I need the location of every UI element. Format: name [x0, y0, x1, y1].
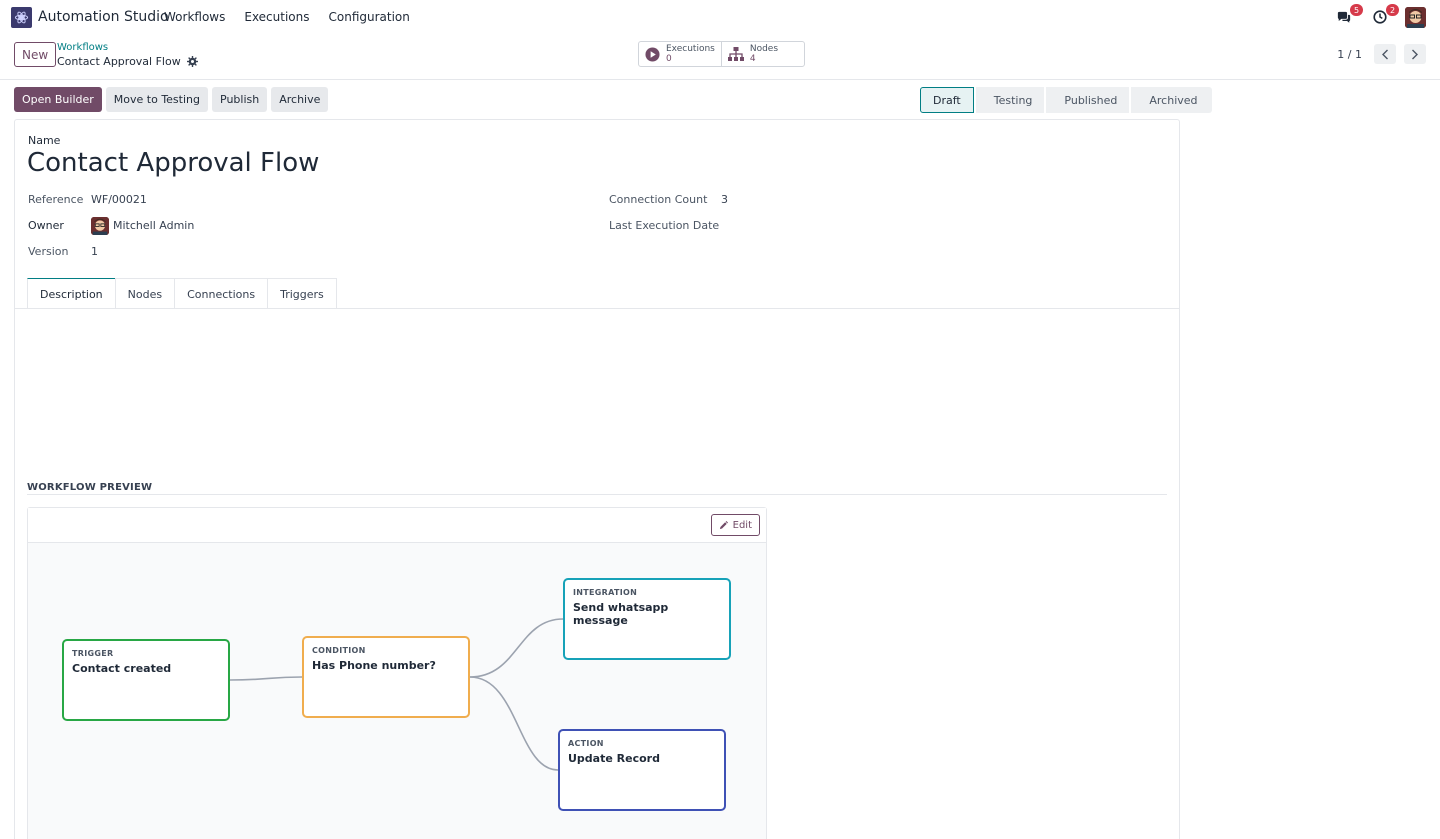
executions-smart-button[interactable]: Executions 0	[639, 42, 721, 66]
version-label: Version	[28, 245, 69, 258]
workflow-preview: Edit TRIGGER Contact created CONDITION H…	[27, 507, 767, 839]
reference-label: Reference	[28, 193, 84, 206]
control-panel: New Workflows Contact Approval Flow Exec…	[0, 36, 1440, 80]
sitemap-icon	[727, 47, 744, 61]
activities-button[interactable]: 2	[1369, 4, 1399, 28]
node-title: Contact created	[72, 662, 172, 675]
owner-label: Owner	[28, 219, 64, 232]
menu-item-configuration[interactable]: Configuration	[329, 10, 410, 24]
pager-previous-button[interactable]	[1374, 44, 1396, 64]
tab-triggers[interactable]: Triggers	[267, 278, 337, 309]
nodes-smart-button[interactable]: Nodes 4	[720, 42, 804, 66]
smart-buttons: Executions 0 Nodes 4	[638, 41, 806, 67]
last-execution-label: Last Execution Date	[609, 219, 720, 232]
chat-icon	[1337, 11, 1351, 23]
name-label: Name	[28, 134, 61, 147]
executions-count: 0	[666, 54, 672, 64]
chevron-left-icon	[1382, 49, 1388, 59]
reference-value: WF/00021	[91, 193, 147, 206]
node-condition[interactable]: CONDITION Has Phone number?	[302, 636, 470, 718]
chevron-right-icon	[1412, 49, 1418, 59]
pager-value[interactable]: 1 / 1	[1337, 48, 1362, 61]
archive-button[interactable]: Archive	[271, 87, 329, 112]
executions-label: Executions	[666, 44, 715, 54]
node-type-label: CONDITION	[312, 646, 366, 655]
name-field[interactable]: Contact Approval Flow	[27, 148, 319, 178]
edge-trigger-condition	[229, 676, 303, 681]
edit-preview-button[interactable]: Edit	[710, 514, 760, 536]
node-title: Has Phone number?	[312, 659, 436, 672]
breadcrumb-current: Contact Approval Flow	[57, 55, 198, 68]
open-builder-button[interactable]: Open Builder	[14, 87, 102, 112]
status-archived[interactable]: Archived	[1131, 87, 1212, 113]
breadcrumb-workflows[interactable]: Workflows	[57, 42, 108, 53]
preview-toolbar: Edit	[28, 508, 766, 543]
node-type-label: TRIGGER	[72, 649, 114, 658]
connection-count-value: 3	[721, 193, 728, 206]
tab-nodes[interactable]: Nodes	[114, 278, 176, 309]
publish-button[interactable]: Publish	[212, 87, 268, 112]
node-title: Send whatsapp message	[573, 601, 669, 627]
node-integration[interactable]: INTEGRATION Send whatsapp message	[563, 578, 731, 660]
tab-connections[interactable]: Connections	[174, 278, 269, 309]
workflow-preview-title: WORKFLOW PREVIEW	[27, 482, 153, 493]
owner-field[interactable]: Mitchell Admin	[91, 217, 194, 235]
nodes-label: Nodes	[749, 44, 779, 54]
edge-condition-action	[469, 676, 559, 771]
node-title: Update Record	[568, 752, 660, 765]
clock-icon	[1373, 10, 1387, 24]
play-circle-icon	[645, 46, 660, 62]
menu-item-workflows[interactable]: Workflows	[164, 10, 225, 24]
main-menu: Workflows Executions Configuration	[164, 10, 429, 24]
notebook-tabs: Description Nodes Connections Triggers	[27, 278, 337, 309]
status-published[interactable]: Published	[1046, 87, 1130, 113]
node-action[interactable]: ACTION Update Record	[558, 729, 726, 811]
edge-condition-integration	[469, 618, 564, 678]
messages-button[interactable]: 5	[1333, 4, 1363, 28]
node-type-label: ACTION	[568, 739, 604, 748]
form-header-buttons: Open Builder Move to Testing Publish Arc…	[14, 87, 329, 112]
node-type-label: INTEGRATION	[573, 588, 638, 597]
activities-badge: 2	[1386, 4, 1399, 16]
statusbar: Draft Testing Published Archived	[920, 87, 1212, 113]
user-avatar[interactable]	[1405, 6, 1426, 28]
owner-avatar	[91, 217, 109, 235]
pencil-icon	[719, 520, 728, 529]
app-title[interactable]: Automation Studio	[38, 9, 169, 25]
reference-field-group: Reference WF/00021	[28, 193, 147, 206]
navbar-systray: 5 2	[1333, 4, 1426, 28]
messages-badge: 5	[1350, 4, 1363, 16]
workflow-canvas[interactable]: TRIGGER Contact created CONDITION Has Ph…	[28, 543, 766, 839]
record-title: Contact Approval Flow	[57, 55, 181, 68]
status-draft[interactable]: Draft	[920, 87, 974, 113]
version-field-group: Version 1	[28, 245, 98, 258]
node-trigger[interactable]: TRIGGER Contact created	[62, 639, 230, 721]
new-button[interactable]: New	[14, 42, 57, 67]
move-to-testing-button[interactable]: Move to Testing	[105, 87, 208, 112]
pager-next-button[interactable]	[1404, 44, 1426, 64]
connection-count-label: Connection Count	[609, 193, 708, 206]
connection-count-field-group: Connection Count 3	[609, 193, 728, 206]
menu-item-executions[interactable]: Executions	[244, 10, 309, 24]
app-logo-icon[interactable]	[11, 7, 32, 28]
form-sheet: Name Contact Approval Flow Reference WF/…	[14, 119, 1180, 839]
section-divider	[27, 494, 1167, 495]
version-value: 1	[91, 245, 98, 258]
status-testing[interactable]: Testing	[975, 87, 1045, 113]
tab-description[interactable]: Description	[27, 278, 116, 309]
owner-field-group: Owner Mitchell Admin	[28, 217, 194, 235]
last-execution-field-group: Last Execution Date	[609, 219, 719, 232]
tabs-divider	[15, 308, 1179, 309]
gear-icon[interactable]	[186, 56, 198, 67]
pager: 1 / 1	[1337, 44, 1426, 64]
owner-name: Mitchell Admin	[113, 219, 195, 232]
edit-label: Edit	[732, 519, 752, 531]
nodes-count: 4	[749, 54, 756, 64]
top-navbar: Automation Studio Workflows Executions C…	[0, 0, 1440, 36]
